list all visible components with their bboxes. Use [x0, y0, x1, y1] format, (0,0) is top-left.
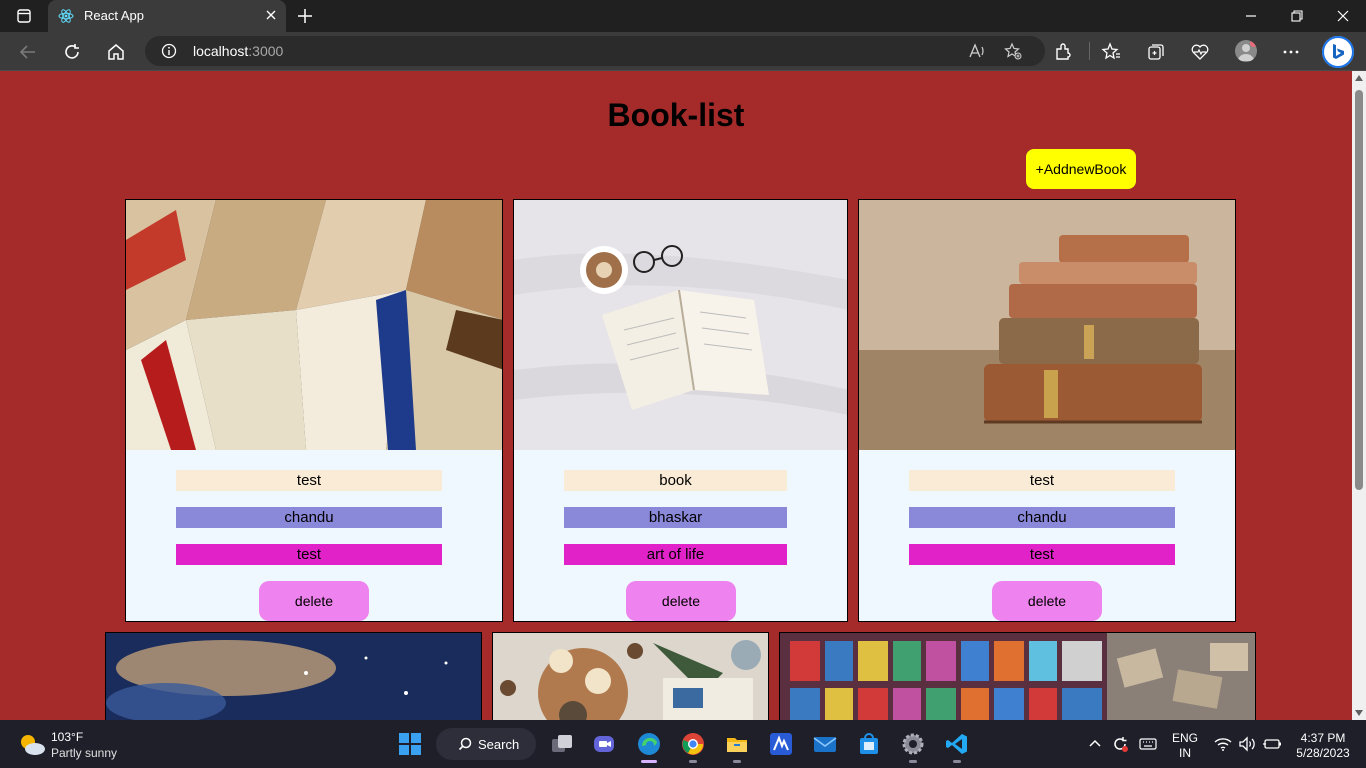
edge-running-indicator — [641, 760, 657, 763]
bing-chat-icon[interactable] — [1322, 36, 1354, 68]
book-card: test chandu test delete — [125, 199, 503, 622]
delete-button[interactable]: delete — [992, 581, 1102, 621]
vscode-icon[interactable] — [945, 732, 969, 756]
book-title: book — [564, 470, 787, 491]
search-icon — [458, 737, 472, 751]
edge-browser-icon[interactable] — [637, 732, 661, 756]
collections-icon[interactable] — [1146, 42, 1166, 62]
volume-icon[interactable] — [1238, 736, 1256, 752]
url-host: localhost — [193, 43, 249, 59]
book-author: bhaskar — [564, 507, 787, 528]
address-bar[interactable]: localhost:3000 — [145, 36, 1045, 66]
chat-meet-icon[interactable] — [592, 732, 616, 756]
book-author: chandu — [176, 507, 442, 528]
book-card-image — [859, 200, 1235, 450]
chrome-running-indicator — [689, 760, 697, 763]
back-arrow-icon[interactable] — [18, 42, 38, 62]
language-code[interactable]: ENG — [1170, 731, 1200, 745]
analytics-app-icon[interactable] — [769, 732, 793, 756]
favorites-icon[interactable] — [1101, 42, 1121, 62]
book-card-image-partial — [779, 632, 1256, 720]
start-windows-icon[interactable] — [398, 732, 422, 756]
new-tab-icon[interactable] — [296, 7, 314, 25]
taskbar-search[interactable]: Search — [436, 728, 536, 760]
toolbar-separator — [1089, 42, 1090, 60]
sync-update-icon[interactable] — [1111, 735, 1129, 753]
weather-condition: Partly sunny — [51, 746, 118, 760]
tab-actions-icon[interactable] — [10, 6, 38, 28]
battery-icon[interactable] — [1262, 736, 1282, 752]
book-card-image-partial — [105, 632, 482, 720]
delete-button[interactable]: delete — [626, 581, 736, 621]
book-card: book bhaskar art of life delete — [513, 199, 848, 622]
weather-temperature: 103°F — [51, 730, 84, 744]
explorer-running-indicator — [733, 760, 741, 763]
close-window-icon[interactable] — [1335, 8, 1351, 24]
store-app-icon[interactable] — [857, 732, 881, 756]
book-card-image — [514, 200, 847, 450]
book-author: chandu — [909, 507, 1175, 528]
page-title: Book-list — [607, 97, 745, 133]
search-label: Search — [478, 737, 520, 752]
profile-notification-dot — [1250, 40, 1257, 47]
refresh-icon[interactable] — [62, 42, 82, 62]
scrollbar-thumb[interactable] — [1355, 90, 1363, 490]
restore-icon[interactable] — [1289, 8, 1305, 24]
extensions-icon[interactable] — [1053, 42, 1073, 62]
minimize-icon[interactable] — [1243, 8, 1259, 24]
book-title: test — [176, 470, 442, 491]
add-new-book-button[interactable]: +AddnewBook — [1026, 149, 1136, 189]
mail-icon[interactable] — [813, 732, 837, 756]
region-code[interactable]: IN — [1170, 746, 1200, 760]
close-tab-icon[interactable] — [264, 8, 278, 22]
browser-toolbar: localhost:3000 — [0, 32, 1366, 71]
wifi-icon[interactable] — [1214, 736, 1232, 752]
clock-date[interactable]: 5/28/2023 — [1292, 746, 1354, 760]
browser-tab-bar: React App — [0, 0, 1366, 32]
book-description: art of life — [564, 544, 787, 565]
vscode-running-indicator — [953, 760, 961, 763]
book-card-image-partial — [492, 632, 769, 720]
browser-essentials-icon[interactable] — [1190, 42, 1210, 62]
site-info-icon[interactable] — [161, 43, 177, 59]
keyboard-icon[interactable] — [1139, 736, 1157, 752]
browser-tab-active[interactable]: React App — [48, 0, 286, 32]
chrome-browser-icon[interactable] — [681, 732, 705, 756]
page-scrollbar[interactable] — [1352, 71, 1366, 720]
tab-title: React App — [84, 8, 144, 23]
book-title: test — [909, 470, 1175, 491]
react-logo-icon — [58, 8, 74, 24]
book-description: test — [909, 544, 1175, 565]
url-port: :3000 — [248, 43, 284, 59]
delete-button[interactable]: delete — [259, 581, 369, 621]
book-description: test — [176, 544, 442, 565]
clock-time[interactable]: 4:37 PM — [1292, 731, 1354, 745]
profile-avatar[interactable] — [1235, 40, 1257, 62]
book-card-image — [126, 200, 502, 450]
task-view-icon[interactable] — [550, 732, 574, 756]
scroll-up-arrow-icon[interactable] — [1355, 75, 1363, 81]
weather-widget[interactable]: 103°F Partly sunny — [18, 730, 158, 762]
add-favorite-icon[interactable] — [1004, 42, 1022, 60]
scroll-down-arrow-icon[interactable] — [1355, 710, 1363, 716]
file-explorer-icon[interactable] — [725, 732, 749, 756]
settings-gear-icon[interactable] — [901, 732, 925, 756]
home-icon[interactable] — [106, 42, 126, 62]
show-hidden-icons-chevron-icon[interactable] — [1087, 736, 1103, 752]
more-options-icon[interactable] — [1281, 42, 1301, 62]
url-text: localhost:3000 — [193, 43, 283, 59]
book-card: test chandu test delete — [858, 199, 1236, 622]
page-viewport: Book-list +AddnewBook test chandu test d… — [0, 71, 1352, 720]
settings-running-indicator — [909, 760, 917, 763]
read-aloud-icon[interactable] — [968, 42, 986, 60]
partly-sunny-icon — [21, 735, 45, 755]
